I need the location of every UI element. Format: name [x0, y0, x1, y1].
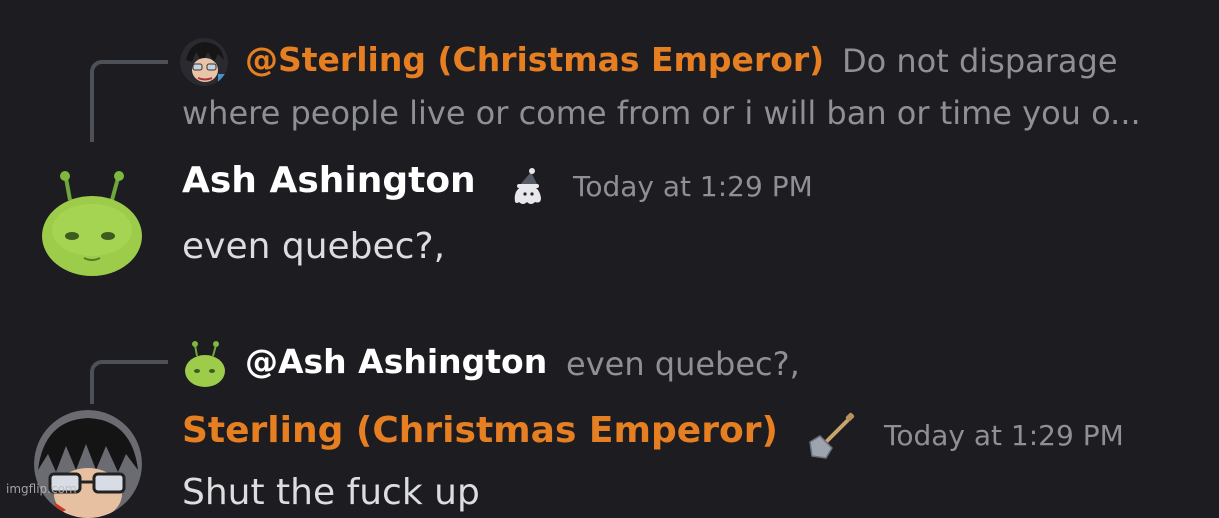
reply-preview-text[interactable]: even quebec?,	[566, 345, 800, 383]
message-content[interactable]: even quebec?,	[182, 226, 445, 267]
reply-mention[interactable]: @Ash Ashington	[245, 342, 547, 381]
reply-connector-line	[90, 360, 168, 404]
author-name[interactable]: Sterling (Christmas Emperor)	[182, 410, 778, 451]
anime-character-avatar-icon	[34, 410, 142, 518]
santa-hat-ghost-icon[interactable]	[505, 166, 549, 210]
message-timestamp: Today at 1:29 PM	[573, 170, 813, 203]
avatar-ash-ashington[interactable]	[38, 168, 148, 278]
green-alien-avatar-icon	[42, 171, 142, 276]
green-alien-avatar-icon	[185, 341, 225, 387]
avatar-sterling[interactable]	[34, 410, 142, 518]
reply-avatar-sterling[interactable]	[180, 38, 228, 86]
anime-character-avatar-icon	[180, 38, 228, 86]
message-content[interactable]: Shut the fuck up	[182, 472, 480, 513]
reply-connector-line	[90, 60, 168, 142]
reply-avatar-ash[interactable]	[183, 340, 227, 388]
reply-preview-text-continued[interactable]: where people live or come from or i will…	[182, 94, 1141, 132]
reply-preview-text[interactable]: Do not disparage	[842, 42, 1118, 80]
shovel-icon[interactable]	[806, 412, 855, 459]
author-name[interactable]: Ash Ashington	[182, 160, 476, 201]
imgflip-watermark: imgflip.com	[6, 482, 77, 496]
reply-mention[interactable]: @Sterling (Christmas Emperor)	[245, 40, 824, 79]
message-timestamp: Today at 1:29 PM	[884, 419, 1124, 452]
